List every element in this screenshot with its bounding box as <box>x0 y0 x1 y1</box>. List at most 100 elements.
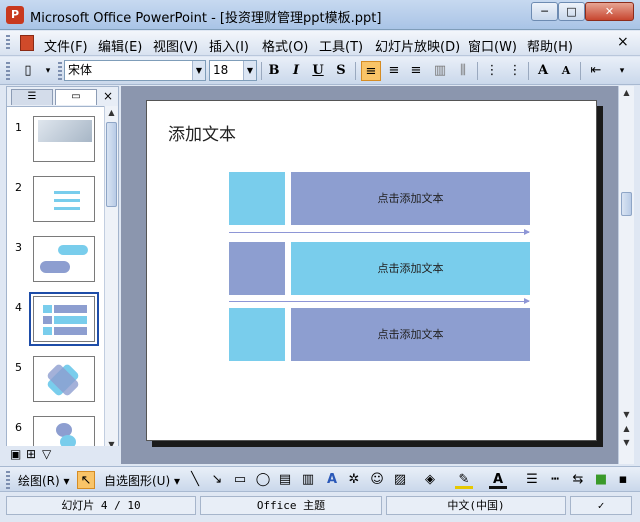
bold-button[interactable]: B <box>264 61 284 81</box>
dash-style-icon[interactable]: ┅ <box>546 471 564 489</box>
row-1-text-box[interactable]: 点击添加文本 <box>291 172 530 225</box>
slide-number: 6 <box>15 421 22 434</box>
previous-slide-icon[interactable]: ▲ <box>620 422 633 436</box>
align-left-icon[interactable]: ≡ <box>361 61 381 81</box>
line-color-icon[interactable]: ✎ <box>455 471 473 489</box>
line-tool-icon[interactable]: ╲ <box>186 471 204 489</box>
spelling-status-icon[interactable]: ✓ <box>570 496 632 515</box>
slide-canvas[interactable]: 添加文本 点击添加文本 点击添加文本 点击添加文本 <box>146 100 597 441</box>
slide-thumbnail-2[interactable] <box>33 176 95 222</box>
menu-insert[interactable]: 插入(I) <box>209 36 249 55</box>
thumbnail-shape <box>54 316 87 324</box>
slide-thumbnail-3[interactable] <box>33 236 95 282</box>
menu-tools[interactable]: 工具(T) <box>319 36 363 55</box>
font-color-icon[interactable]: A <box>489 471 507 489</box>
insert-picture-icon[interactable]: ▨ <box>391 471 409 489</box>
toolbar-grip[interactable] <box>6 62 10 80</box>
thumbnail-photo <box>38 120 92 142</box>
chevron-down-icon[interactable]: ▼ <box>243 61 256 80</box>
distributed-align-icon[interactable]: ▥ <box>430 61 450 81</box>
arrow-1-head <box>524 229 530 235</box>
row-3-text-box[interactable]: 点击添加文本 <box>291 308 530 361</box>
document-icon[interactable] <box>20 35 34 51</box>
font-size-select[interactable]: 18 ▼ <box>209 60 257 81</box>
thumbnails-scrollbar[interactable]: ▲ ▼ <box>104 106 118 452</box>
row-3-left-box[interactable] <box>229 308 285 361</box>
separator <box>580 62 581 80</box>
menu-view[interactable]: 视图(V) <box>153 36 198 55</box>
diagram-icon[interactable]: ✲ <box>345 471 363 489</box>
vertical-textbox-icon[interactable]: ▥ <box>299 471 317 489</box>
next-slide-icon[interactable]: ▼ <box>620 436 633 450</box>
view-buttons: ▣ ⊞ ▽ <box>6 446 119 464</box>
menu-format[interactable]: 格式(O) <box>262 36 308 55</box>
grow-font-button[interactable]: A <box>533 61 553 81</box>
menu-close-document-icon[interactable]: × <box>617 34 629 50</box>
line-style-icon[interactable]: ☰ <box>523 471 541 489</box>
thumbnail-shape <box>43 316 52 324</box>
bullets-icon[interactable]: ⋮ <box>505 61 525 81</box>
toolbar-options-icon[interactable]: ▾ <box>38 61 58 81</box>
row-2-text-box[interactable]: 点击添加文本 <box>291 242 530 295</box>
autoshapes-menu-button[interactable]: 自选图形(U) ▾ <box>104 472 180 489</box>
rectangle-tool-icon[interactable]: ▭ <box>231 471 249 489</box>
columns-icon[interactable]: ⫼ <box>453 61 473 81</box>
close-panel-button[interactable]: × <box>103 89 113 103</box>
normal-view-icon[interactable]: ▣ <box>10 447 21 461</box>
arrow-tool-icon[interactable]: ↘ <box>208 471 226 489</box>
menu-file[interactable]: 文件(F) <box>44 36 88 55</box>
menu-slideshow[interactable]: 幻灯片放映(D) <box>375 36 460 55</box>
slide-sorter-icon[interactable]: ⊞ <box>26 447 36 461</box>
toolbar-grip[interactable] <box>6 35 10 51</box>
align-right-icon[interactable]: ≡ <box>406 61 426 81</box>
outline-tab[interactable]: ☰ <box>11 89 53 105</box>
slideshow-view-icon[interactable]: ▽ <box>42 447 51 461</box>
scroll-up-icon[interactable]: ▲ <box>105 106 118 120</box>
scrollbar-thumb[interactable] <box>106 122 117 207</box>
toolbar-grip[interactable] <box>58 62 62 80</box>
slide-title[interactable]: 添加文本 <box>168 120 236 145</box>
draw-menu-button[interactable]: 绘图(R) ▾ <box>18 472 70 489</box>
3d-style-icon[interactable]: ▪ <box>614 471 632 489</box>
maximize-button[interactable]: □ <box>558 2 585 21</box>
menu-window[interactable]: 窗口(W) <box>468 36 517 55</box>
row-1-left-box[interactable] <box>229 172 285 225</box>
scrollbar-thumb[interactable] <box>621 192 632 216</box>
slide-thumbnail-4[interactable] <box>29 292 99 346</box>
oval-tool-icon[interactable]: ◯ <box>254 471 272 489</box>
arrow-style-icon[interactable]: ⇆ <box>569 471 587 489</box>
slide-thumbnail-5[interactable] <box>33 356 95 402</box>
shrink-font-button[interactable]: A <box>556 61 576 81</box>
arrow-2-line <box>229 301 529 302</box>
slide-number: 3 <box>15 241 22 254</box>
fill-color-icon[interactable]: ◈ <box>421 471 439 489</box>
font-name-select[interactable]: 宋体 ▼ <box>64 60 206 81</box>
select-pointer-icon[interactable]: ↖ <box>77 471 95 489</box>
italic-button[interactable]: I <box>286 61 306 81</box>
slide-thumbnail-1[interactable] <box>33 116 95 162</box>
toolbar-options-icon[interactable]: ▾ <box>612 61 632 81</box>
clipart-icon[interactable]: ☺ <box>368 471 386 489</box>
close-button[interactable]: ✕ <box>585 2 634 21</box>
textbox-tool-icon[interactable]: ▤ <box>276 471 294 489</box>
minimize-button[interactable]: ─ <box>531 2 558 21</box>
chevron-down-icon[interactable]: ▼ <box>192 61 205 80</box>
shadow-style-icon[interactable]: ■ <box>592 471 610 489</box>
menu-edit[interactable]: 编辑(E) <box>98 36 142 55</box>
slides-tab[interactable]: ▭ <box>55 89 97 105</box>
outline-icon: ☰ <box>27 91 37 102</box>
powerpoint-app-icon[interactable]: P <box>6 6 24 24</box>
scroll-up-icon[interactable]: ▲ <box>620 86 633 100</box>
numbering-icon[interactable]: ⋮ <box>482 61 502 81</box>
toolbar-grip[interactable] <box>6 471 10 489</box>
wordart-icon[interactable]: A <box>323 471 341 489</box>
scroll-down-icon[interactable]: ▼ <box>620 408 633 422</box>
new-document-icon[interactable]: ▯ <box>18 61 38 81</box>
workspace-scrollbar[interactable]: ▲ ▼ ▲ ▼ <box>618 86 634 464</box>
align-center-icon[interactable]: ≡ <box>384 61 404 81</box>
underline-button[interactable]: U <box>308 61 328 81</box>
indent-icon[interactable]: ⇤ <box>586 61 606 81</box>
shadow-button[interactable]: S <box>331 61 351 81</box>
row-2-left-box[interactable] <box>229 242 285 295</box>
menu-help[interactable]: 帮助(H) <box>527 36 573 55</box>
